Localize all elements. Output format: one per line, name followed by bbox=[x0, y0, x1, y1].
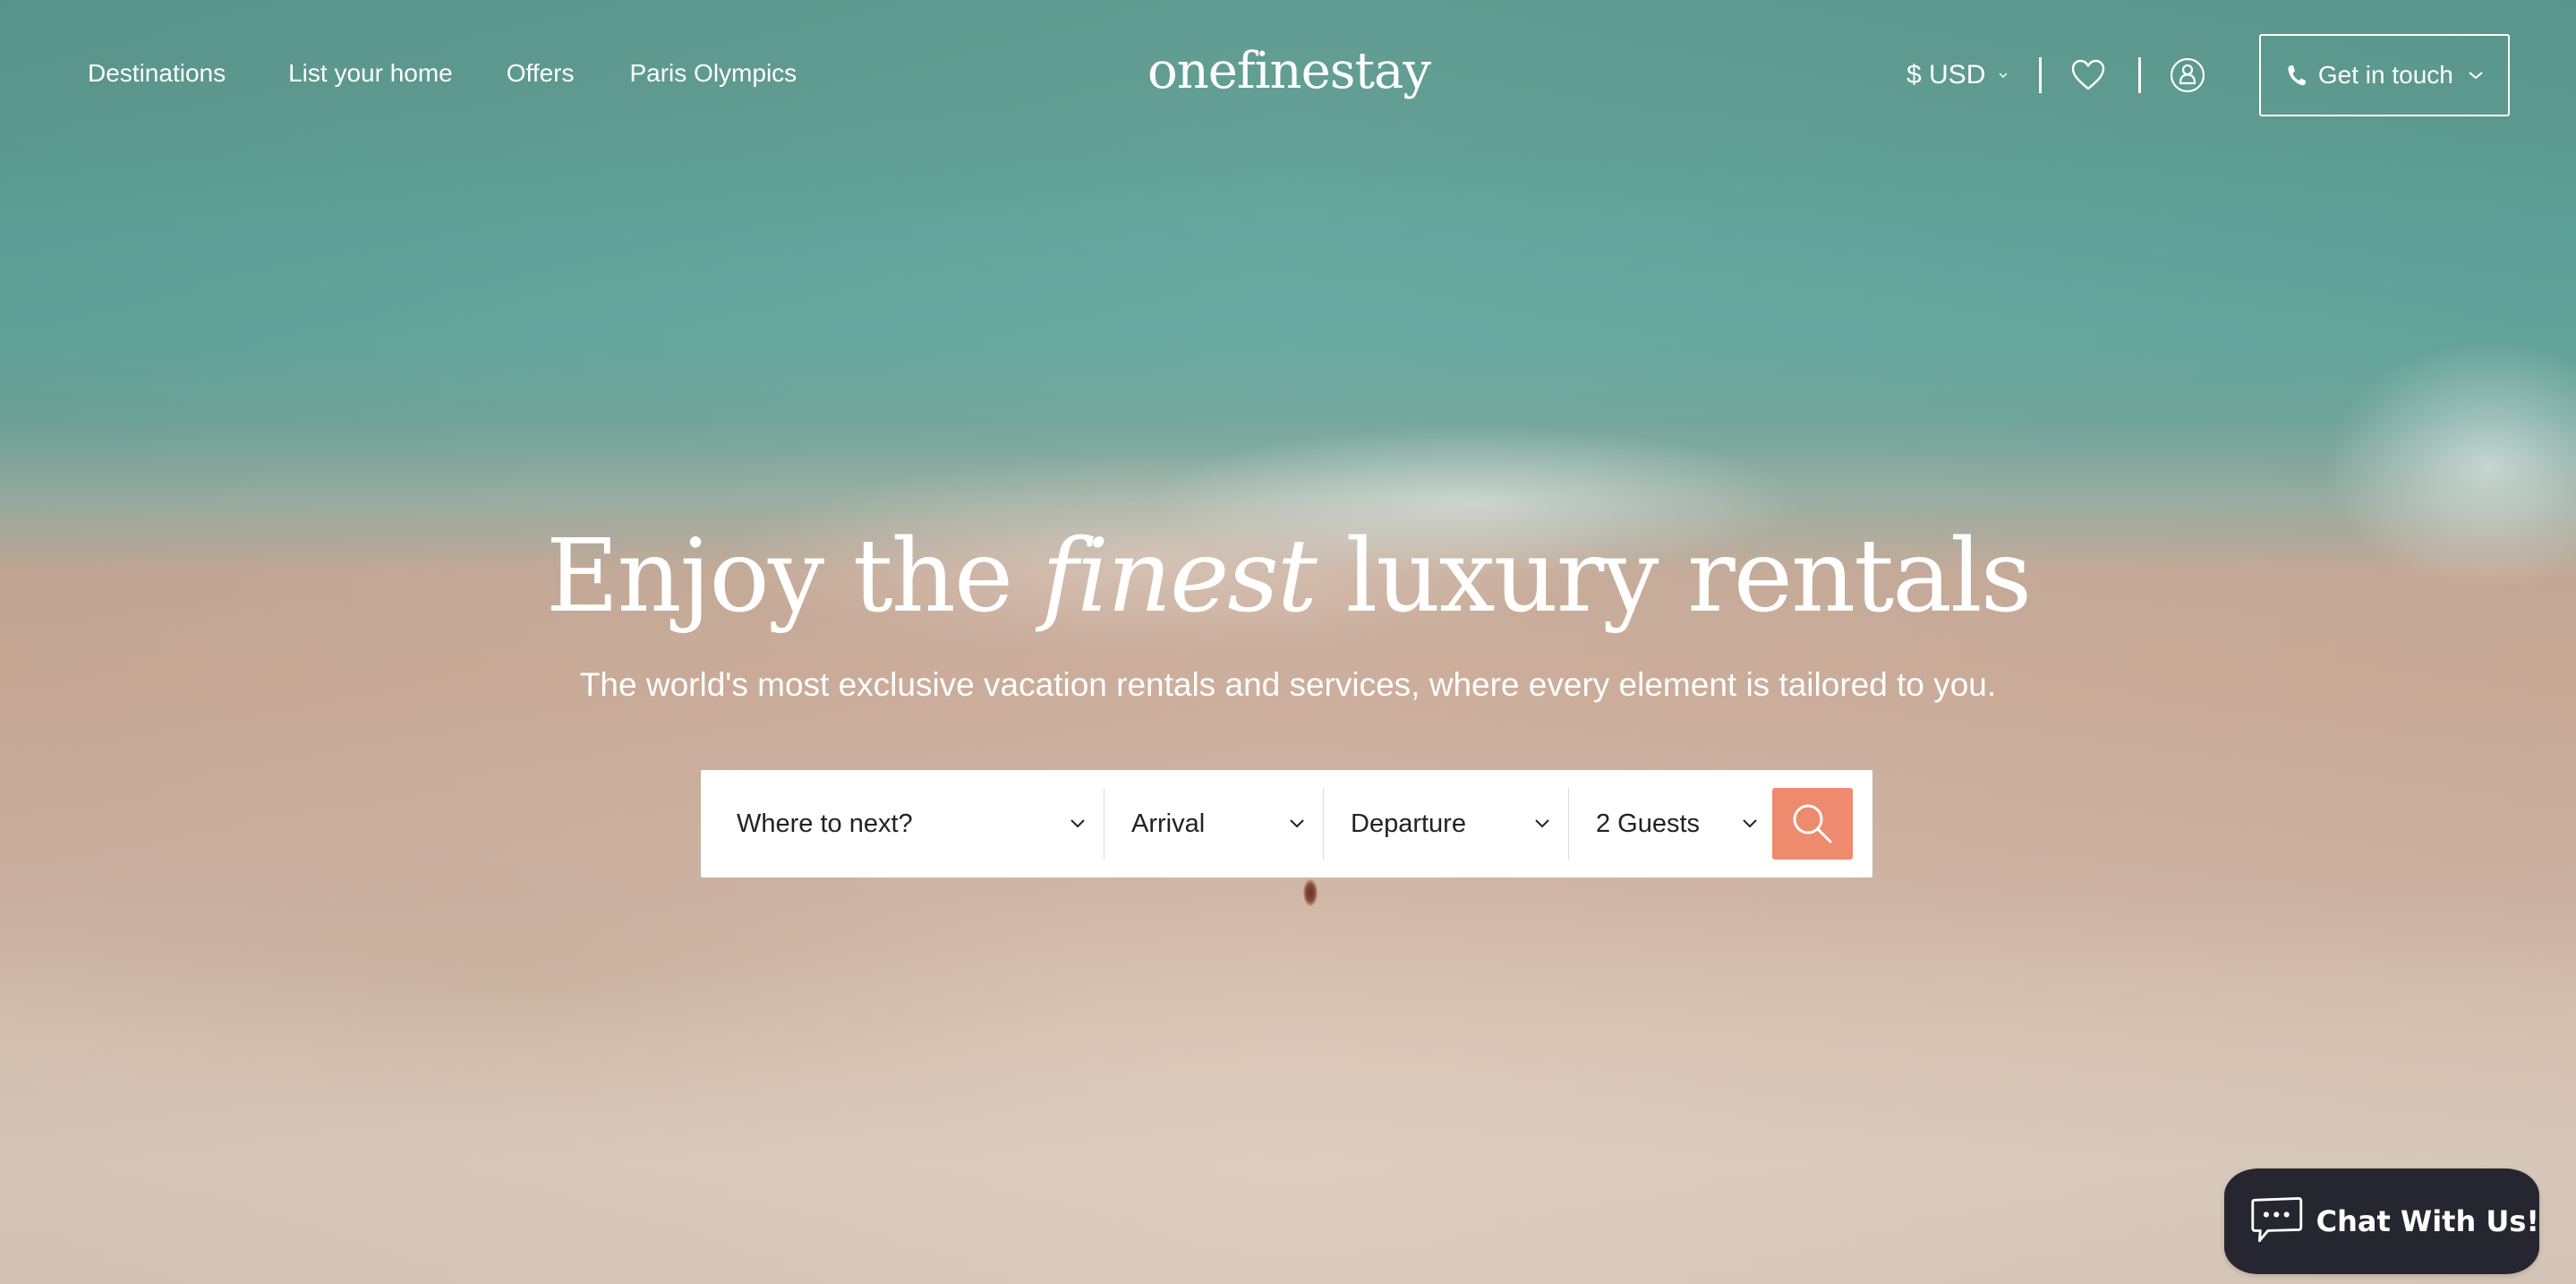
chevron-down-icon bbox=[1070, 819, 1085, 828]
site-logo[interactable]: onefinestay bbox=[1147, 39, 1431, 104]
nav-link-paris-olympics[interactable]: Paris Olympics bbox=[629, 59, 797, 88]
hero-title: Enjoy the finest luxury rentals bbox=[0, 514, 2576, 639]
hero-title-start: Enjoy the bbox=[545, 518, 1013, 635]
currency-selector[interactable]: $ USD bbox=[1906, 60, 2009, 90]
nav-link-list-your-home[interactable]: List your home bbox=[288, 59, 453, 88]
destination-select[interactable]: Where to next? bbox=[701, 788, 1104, 860]
hero-subtitle: The world's most exclusive vacation rent… bbox=[579, 666, 1997, 703]
heart-icon bbox=[2072, 59, 2105, 90]
primary-nav: Destinations List your home Offers Paris… bbox=[88, 59, 797, 88]
nav-link-offers[interactable]: Offers bbox=[507, 59, 575, 88]
chat-bubble-icon bbox=[2251, 1197, 2303, 1243]
hero-title-emphasis: finest bbox=[1041, 518, 1318, 635]
destination-placeholder: Where to next? bbox=[737, 809, 913, 838]
chevron-down-icon bbox=[1535, 819, 1549, 828]
get-in-touch-label: Get in touch bbox=[2317, 61, 2453, 89]
guests-select[interactable]: 2 Guests bbox=[1568, 788, 1772, 860]
chevron-down-icon bbox=[1290, 819, 1304, 828]
user-circle-icon bbox=[2171, 57, 2205, 93]
phone-icon bbox=[2288, 65, 2306, 86]
chevron-down-icon bbox=[2469, 72, 2483, 80]
arrival-placeholder: Arrival bbox=[1131, 809, 1206, 838]
hero-title-end: luxury rentals bbox=[1345, 518, 2033, 635]
chat-widget-button[interactable]: Chat With Us! bbox=[2224, 1168, 2539, 1274]
chat-widget-label: Chat With Us! bbox=[2316, 1204, 2539, 1238]
nav-link-destinations[interactable]: Destinations bbox=[88, 59, 226, 88]
search-button[interactable] bbox=[1772, 788, 1853, 860]
arrival-date-picker[interactable]: Arrival bbox=[1104, 788, 1323, 860]
hero-background-image bbox=[0, 0, 2576, 1284]
nav-divider bbox=[2138, 57, 2142, 93]
search-bar: Where to next? Arrival Departure 2 Guest… bbox=[701, 770, 1872, 877]
currency-label: $ USD bbox=[1906, 60, 1986, 90]
utility-nav: $ USD Get in touch bbox=[1906, 34, 2511, 116]
account-button[interactable] bbox=[2170, 57, 2205, 93]
nav-divider bbox=[2039, 57, 2043, 93]
departure-placeholder: Departure bbox=[1351, 809, 1466, 838]
departure-date-picker[interactable]: Departure bbox=[1323, 788, 1568, 860]
chevron-down-icon bbox=[1743, 819, 1757, 828]
guests-value: 2 Guests bbox=[1596, 809, 1701, 838]
wishlist-button[interactable] bbox=[2070, 57, 2106, 93]
search-icon bbox=[1793, 804, 1832, 843]
chevron-down-icon bbox=[1999, 73, 2008, 78]
hero-background-figure bbox=[1303, 879, 1318, 906]
site-header: Destinations List your home Offers Paris… bbox=[0, 0, 2576, 152]
get-in-touch-button[interactable]: Get in touch bbox=[2259, 34, 2511, 116]
